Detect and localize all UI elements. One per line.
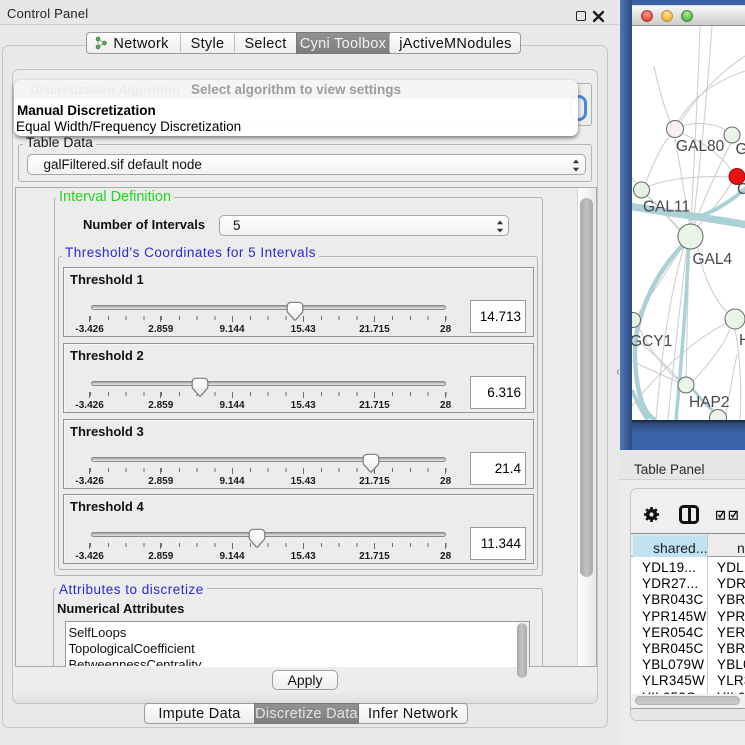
svg-text:GAL80: GAL80: [676, 138, 725, 155]
svg-text:GAL1: GAL1: [736, 141, 745, 158]
svg-text:CYC: CYC: [737, 181, 745, 198]
svg-text:HAP1: HAP1: [739, 332, 745, 349]
svg-text:GAL4: GAL4: [693, 251, 733, 268]
svg-text:GAL11: GAL11: [643, 199, 690, 216]
svg-text:HAP2: HAP2: [689, 394, 730, 411]
svg-text:GCY1: GCY1: [632, 333, 672, 350]
